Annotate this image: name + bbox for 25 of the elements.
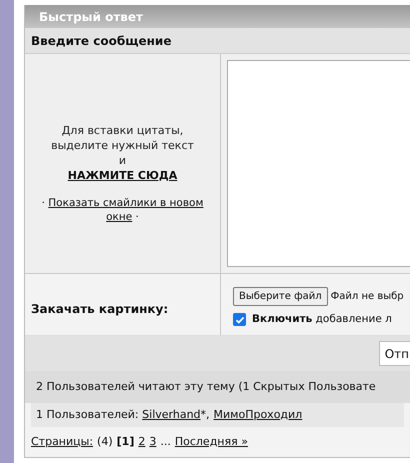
pages-link[interactable]: Страницы: [31,434,94,450]
user-link[interactable]: МимоПроходил [214,406,302,424]
page-count: (4) [97,434,113,450]
include-option-label: Включить добавление л [252,312,392,327]
page-link[interactable]: 2 [138,434,146,450]
submit-button[interactable]: Отп [378,341,410,366]
section-title: Введите сообщение [31,32,172,50]
file-status: Файл не выбр [330,290,404,304]
smilies-link[interactable]: · Показать смайлики в новом окне · [35,196,210,224]
user-link[interactable]: Silverhand [142,406,201,424]
choose-file-button[interactable]: Выберите файл [233,287,328,306]
panel-title: Быстрый ответ [39,8,143,26]
check-icon [234,314,244,325]
upload-label: Закачать картинку: [31,300,168,318]
last-page-link[interactable]: Последняя » [174,434,248,450]
quote-link[interactable]: НАЖМИТЕ СЮДА [68,168,178,183]
message-field[interactable] [227,60,410,267]
page-link[interactable]: 3 [149,434,156,450]
include-checkbox[interactable] [233,313,246,326]
current-page: [1] [116,434,134,450]
readers-text: 2 Пользователей читают эту тему (1 Скрытых Пользовате [36,378,376,395]
ellipsis: ... [160,434,171,450]
quote-hint: Для вставки цитаты, выделите нужный текст и [50,123,195,168]
user-marker: *, [200,406,210,423]
users-label: 1 Пользователей: [36,406,140,423]
